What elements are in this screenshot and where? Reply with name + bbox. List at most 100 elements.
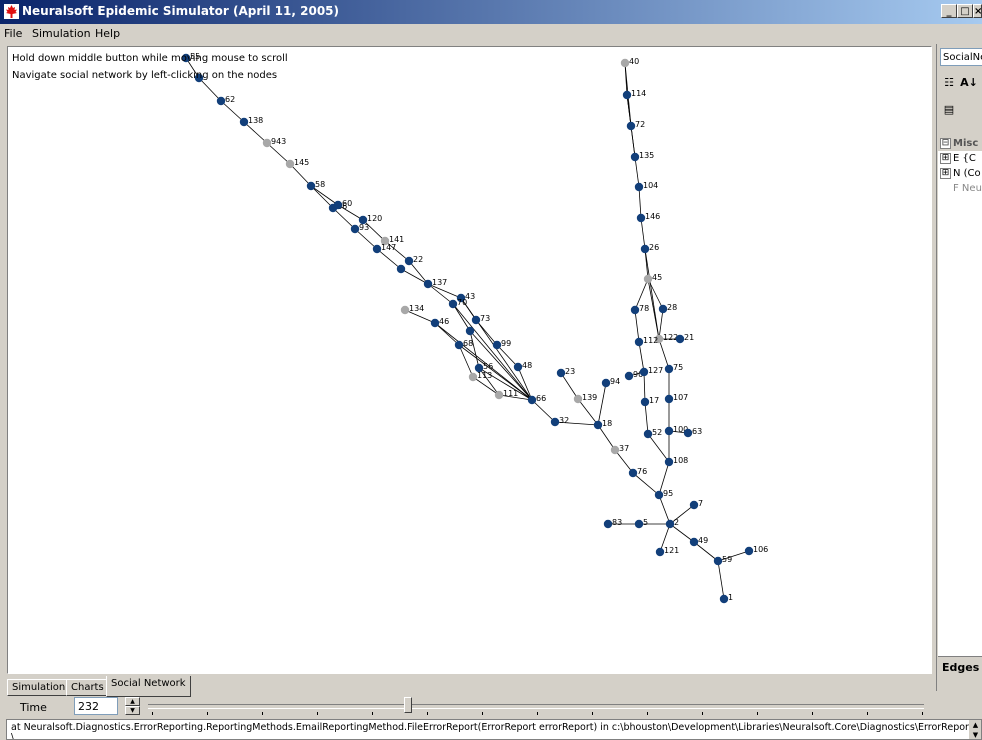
collapse-icon[interactable]: ⊟ bbox=[940, 137, 951, 149]
network-node-17[interactable] bbox=[640, 397, 650, 407]
network-node-76[interactable] bbox=[628, 468, 638, 478]
network-node-37[interactable] bbox=[610, 445, 620, 455]
tab-charts[interactable]: Charts bbox=[66, 679, 109, 696]
node-label: 78 bbox=[639, 304, 649, 313]
network-node-100[interactable] bbox=[664, 426, 674, 436]
network-node-138[interactable] bbox=[239, 117, 249, 127]
node-label: 120 bbox=[367, 214, 382, 223]
network-node-78[interactable] bbox=[630, 305, 640, 315]
network-node-22[interactable] bbox=[404, 256, 414, 266]
network-node-63[interactable] bbox=[683, 428, 693, 438]
network-node-121[interactable] bbox=[655, 547, 665, 557]
spin-up-icon[interactable]: ▲ bbox=[125, 697, 140, 706]
menu-simulation[interactable]: Simulation bbox=[32, 27, 91, 40]
network-node-106[interactable] bbox=[744, 546, 754, 556]
network-node-18b[interactable] bbox=[396, 264, 406, 274]
network-node-139[interactable] bbox=[573, 394, 583, 404]
network-node-40[interactable] bbox=[620, 58, 630, 68]
error-output[interactable]: at Neuralsoft.Diagnostics.ErrorReporting… bbox=[6, 719, 982, 740]
slider-tick bbox=[702, 712, 703, 715]
network-node-26[interactable] bbox=[640, 244, 650, 254]
network-edge bbox=[577, 398, 599, 426]
network-node-5[interactable] bbox=[634, 519, 644, 529]
network-node-112[interactable] bbox=[634, 337, 644, 347]
node-label: 49 bbox=[698, 536, 708, 545]
network-node-104[interactable] bbox=[634, 182, 644, 192]
maximize-button[interactable]: □ bbox=[957, 4, 973, 18]
network-node-70[interactable] bbox=[448, 299, 458, 309]
network-node-146[interactable] bbox=[636, 213, 646, 223]
social-network-canvas[interactable]: 55 62 138 943 145 58 86 60 120 93 141 147 22 137 134 43… bbox=[7, 46, 932, 674]
network-node-134[interactable] bbox=[400, 305, 410, 315]
node-label: 83 bbox=[612, 518, 622, 527]
network-node-7[interactable] bbox=[689, 500, 699, 510]
network-node-18[interactable] bbox=[593, 420, 603, 430]
network-node-45[interactable] bbox=[643, 274, 653, 284]
menu-help[interactable]: Help bbox=[95, 27, 120, 40]
network-node-114[interactable] bbox=[622, 90, 632, 100]
network-node-147[interactable] bbox=[372, 244, 382, 254]
network-node-49[interactable] bbox=[689, 537, 699, 547]
network-graph[interactable]: 5562138943145588660120931411472213713443… bbox=[8, 47, 931, 673]
network-node-135[interactable] bbox=[630, 152, 640, 162]
property-pages-icon[interactable]: ▤ bbox=[940, 101, 958, 119]
node-label: 138 bbox=[248, 116, 263, 125]
property-row-edges[interactable]: ⊞ E {C bbox=[938, 151, 982, 166]
time-input[interactable]: 232 bbox=[74, 697, 118, 715]
network-node-52[interactable] bbox=[643, 429, 653, 439]
network-node-943[interactable] bbox=[262, 138, 272, 148]
network-node-48[interactable] bbox=[513, 362, 523, 372]
network-node-23[interactable] bbox=[556, 368, 566, 378]
network-node-2[interactable] bbox=[665, 519, 675, 529]
categorized-icon[interactable]: ☷ bbox=[940, 74, 958, 92]
network-node-83[interactable] bbox=[603, 519, 613, 529]
property-grid[interactable]: ⊟ Misc ⊞ E {C ⊞ N (Co F Neu bbox=[938, 136, 982, 656]
network-node-73[interactable] bbox=[471, 315, 481, 325]
property-row-font[interactable]: F Neu bbox=[938, 181, 982, 196]
alphabetical-sort-icon[interactable]: A↓ bbox=[960, 74, 978, 92]
network-node-60[interactable] bbox=[333, 200, 343, 210]
network-node-94[interactable] bbox=[601, 378, 611, 388]
network-node-28[interactable] bbox=[658, 304, 668, 314]
time-slider[interactable] bbox=[148, 704, 924, 709]
network-node-32[interactable] bbox=[550, 417, 560, 427]
network-node-1[interactable] bbox=[719, 594, 729, 604]
network-node-15[interactable] bbox=[465, 326, 475, 336]
time-slider-thumb[interactable] bbox=[404, 697, 412, 713]
network-node-90[interactable] bbox=[624, 371, 634, 381]
network-node-21[interactable] bbox=[675, 334, 685, 344]
slider-tick bbox=[647, 712, 648, 715]
network-node-62[interactable] bbox=[216, 96, 226, 106]
network-node-75[interactable] bbox=[664, 364, 674, 374]
network-node-93[interactable] bbox=[350, 224, 360, 234]
object-selector[interactable]: SocialNetwork bbox=[940, 48, 982, 66]
network-node-46[interactable] bbox=[430, 318, 440, 328]
network-node-127[interactable] bbox=[639, 367, 649, 377]
network-node-113[interactable] bbox=[468, 372, 478, 382]
network-node-99[interactable] bbox=[492, 340, 502, 350]
network-node-111[interactable] bbox=[494, 390, 504, 400]
close-button[interactable]: × bbox=[973, 4, 982, 18]
property-row-nodes[interactable]: ⊞ N (Co bbox=[938, 166, 982, 181]
minimize-button[interactable]: _ bbox=[941, 4, 957, 18]
network-node-66[interactable] bbox=[527, 395, 537, 405]
network-node-58[interactable] bbox=[306, 181, 316, 191]
spin-down-icon[interactable]: ▼ bbox=[125, 706, 140, 715]
expand-icon[interactable]: ⊞ bbox=[940, 167, 951, 179]
network-node-137[interactable] bbox=[423, 279, 433, 289]
network-node-108[interactable] bbox=[664, 457, 674, 467]
menu-file[interactable]: File bbox=[4, 27, 22, 40]
tab-simulation[interactable]: Simulation bbox=[7, 679, 71, 696]
network-node-145[interactable] bbox=[285, 159, 295, 169]
network-node-72[interactable] bbox=[626, 121, 636, 131]
network-node-68[interactable] bbox=[454, 340, 464, 350]
property-category-misc[interactable]: ⊟ Misc bbox=[938, 136, 982, 151]
scrollbar[interactable]: ▲ ▼ bbox=[969, 720, 981, 739]
node-label: 113 bbox=[477, 371, 492, 380]
expand-icon[interactable]: ⊞ bbox=[940, 152, 951, 164]
network-node-107[interactable] bbox=[664, 394, 674, 404]
network-node-95[interactable] bbox=[654, 490, 664, 500]
network-edge bbox=[354, 228, 378, 250]
tab-social-network[interactable]: Social Network bbox=[106, 676, 191, 697]
network-node-59[interactable] bbox=[713, 556, 723, 566]
